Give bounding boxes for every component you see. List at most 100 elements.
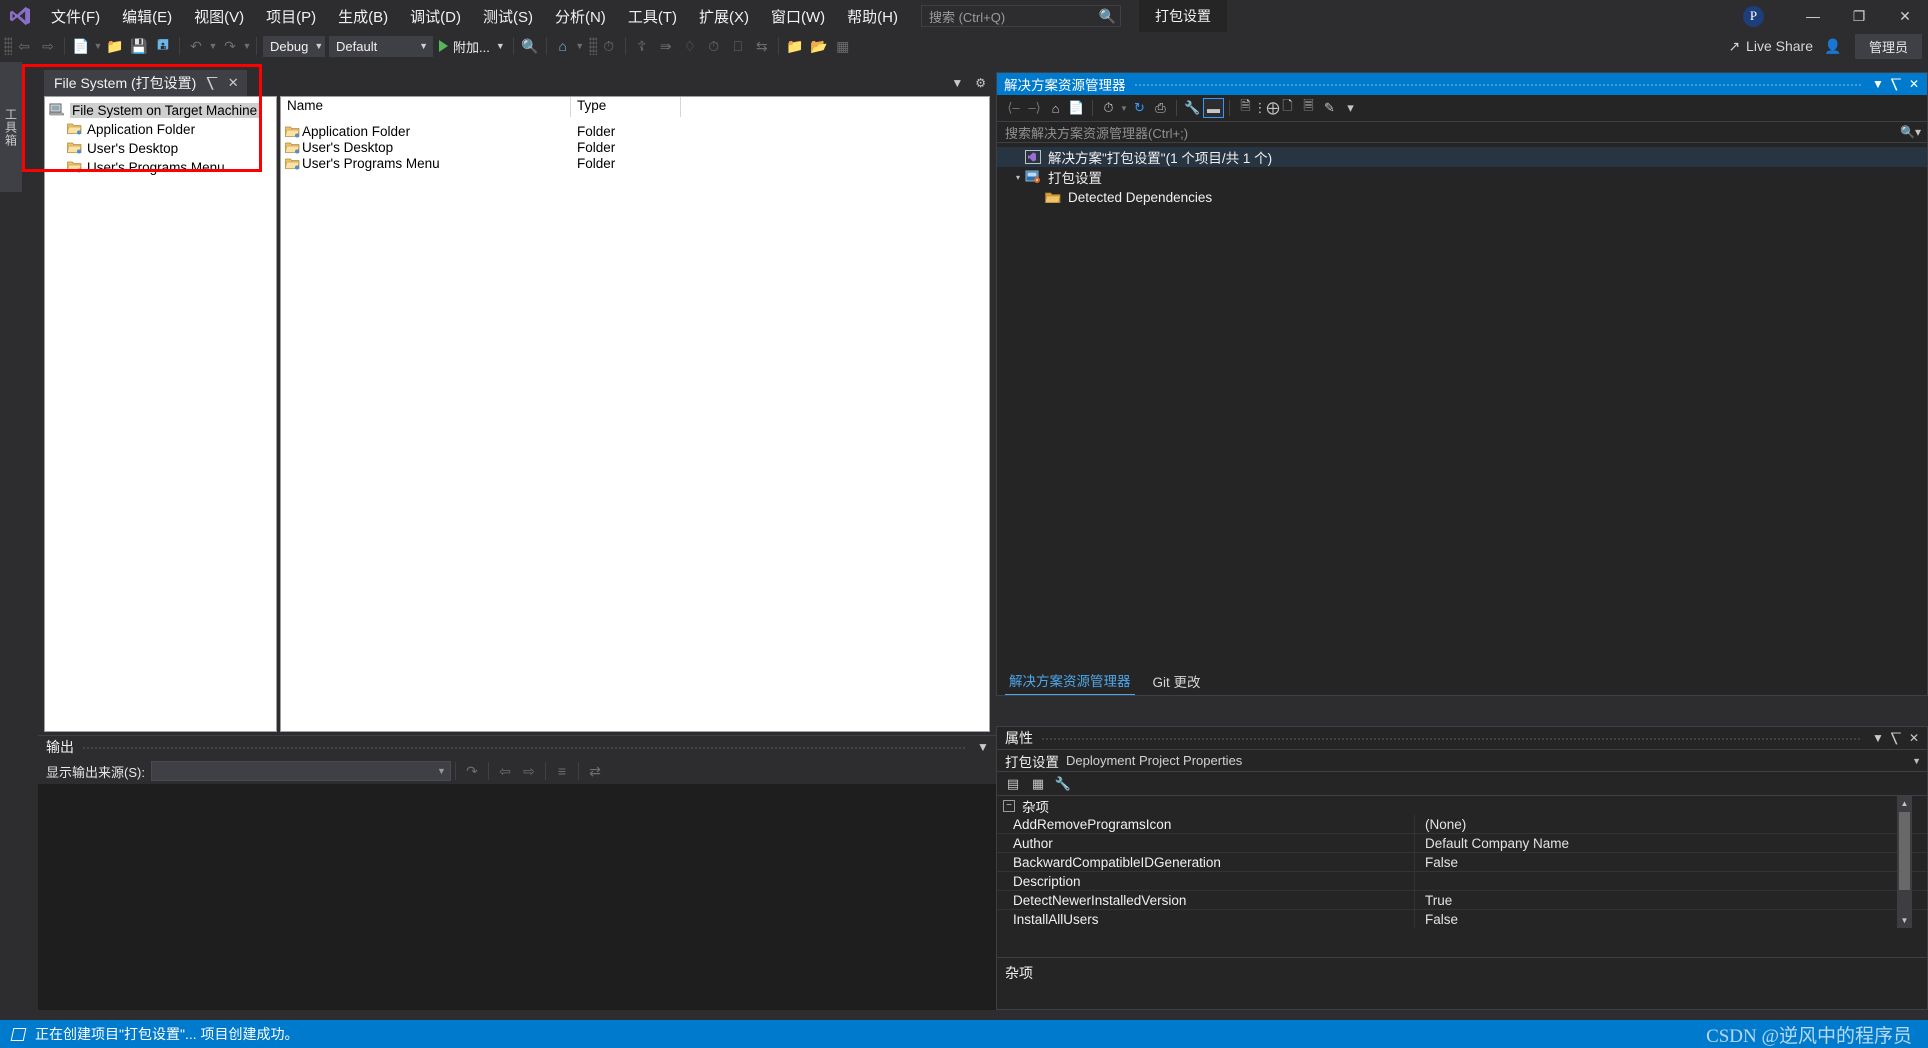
- folder-icon[interactable]: 📁: [783, 34, 807, 58]
- property-value[interactable]: False: [1415, 855, 1927, 870]
- tree-expander[interactable]: ▾: [1011, 173, 1025, 182]
- tab-solution-explorer[interactable]: 解决方案资源管理器: [1005, 668, 1135, 695]
- find-in-files-icon[interactable]: 🔍: [518, 34, 542, 58]
- close-icon[interactable]: ✕: [228, 75, 239, 91]
- menu-item-debug[interactable]: 调试(D): [399, 0, 472, 32]
- grid-icon[interactable]: ▦: [831, 34, 855, 58]
- stack-icon[interactable]: ⎕: [726, 34, 750, 58]
- history-icon[interactable]: ⏱: [702, 34, 726, 58]
- property-pages-icon[interactable]: 🔧: [1053, 774, 1073, 793]
- home-icon[interactable]: ⌂: [551, 34, 575, 58]
- alphabetical-icon[interactable]: ▦: [1028, 774, 1048, 793]
- redo-dropdown-icon[interactable]: ▼: [242, 34, 252, 58]
- attach-button[interactable]: 附加... ▼: [435, 35, 509, 57]
- minus-box-icon[interactable]: −: [1003, 799, 1015, 812]
- property-row[interactable]: DetectNewerInstalledVersion True: [997, 890, 1927, 910]
- property-value[interactable]: False: [1415, 912, 1927, 927]
- drag-handle[interactable]: [1041, 727, 1861, 749]
- home-icon[interactable]: ⌂: [1045, 98, 1066, 118]
- solution-explorer-search-input[interactable]: 搜索解决方案资源管理器(Ctrl+;) 🔍▾: [997, 121, 1927, 143]
- tree-row[interactable]: File System on Target Machine: [48, 101, 276, 120]
- sidebar-item-toolbox[interactable]: 工具箱: [0, 62, 22, 192]
- list-item[interactable]: User's Desktop Folder: [281, 139, 989, 155]
- live-share-button[interactable]: ↗ Live Share: [1720, 38, 1821, 55]
- tab-file-system[interactable]: File System (打包设置) ⎲ ✕: [44, 70, 247, 96]
- chevron-down-icon[interactable]: ▼: [951, 76, 963, 90]
- history-icon[interactable]: ⏱: [1098, 98, 1119, 118]
- toolbar-grip[interactable]: [588, 37, 597, 55]
- forward-icon[interactable]: –⟩: [1024, 98, 1045, 118]
- compare-icon[interactable]: ⇆: [750, 34, 774, 58]
- close-icon[interactable]: ✕: [1905, 77, 1923, 91]
- chevron-down-icon[interactable]: ▼: [1897, 913, 1912, 928]
- properties-scrollbar[interactable]: ▲ ▼: [1897, 796, 1912, 928]
- tab-git-changes[interactable]: Git 更改: [1149, 669, 1205, 695]
- tag-icon[interactable]: ♢: [678, 34, 702, 58]
- menu-item-extensions[interactable]: 扩展(X): [688, 0, 760, 32]
- add-new-item-icon[interactable]: ⋮⨁: [1254, 98, 1280, 118]
- drag-handle[interactable]: [1133, 73, 1861, 95]
- project-node[interactable]: ▾ 打包设置: [997, 167, 1927, 187]
- toggle-autoscroll-icon[interactable]: ⇄: [583, 759, 607, 783]
- home-dropdown-icon[interactable]: ▼: [575, 34, 585, 58]
- hierarchy-icon[interactable]: ☦: [630, 34, 654, 58]
- categorized-icon[interactable]: ▤: [1003, 774, 1023, 793]
- sync-with-active-icon[interactable]: 🗏: [1298, 98, 1319, 118]
- menu-item-project[interactable]: 项目(P): [255, 0, 327, 32]
- list-item[interactable]: Application Folder Folder: [281, 123, 989, 139]
- property-row[interactable]: BackwardCompatibleIDGeneration False: [997, 852, 1927, 872]
- go-to-next-icon[interactable]: ⇨: [517, 759, 541, 783]
- maximize-button[interactable]: ❐: [1836, 0, 1882, 32]
- properties-object-selector[interactable]: 打包设置 Deployment Project Properties ▼: [997, 749, 1927, 772]
- property-value[interactable]: True: [1415, 893, 1927, 908]
- property-value[interactable]: Default Company Name: [1415, 836, 1927, 851]
- chevron-down-icon[interactable]: ▼: [1869, 77, 1887, 91]
- filter-icon[interactable]: ▾: [1340, 98, 1361, 118]
- chevron-down-icon[interactable]: ▼: [974, 740, 992, 754]
- property-value[interactable]: (None): [1415, 817, 1927, 832]
- refresh-icon[interactable]: ↻: [1129, 98, 1150, 118]
- chevron-down-icon[interactable]: ▼: [1869, 731, 1887, 745]
- property-row[interactable]: Description: [997, 871, 1927, 891]
- navigate-forward-icon[interactable]: ⇨: [36, 34, 60, 58]
- properties-category[interactable]: − 杂项: [997, 796, 1927, 815]
- pin-icon[interactable]: ⎲: [1887, 77, 1905, 92]
- drag-handle[interactable]: [82, 736, 966, 758]
- feedback-person-icon[interactable]: 👤: [1821, 34, 1845, 58]
- undo-icon[interactable]: ↶: [184, 34, 208, 58]
- tree-row[interactable]: User's Desktop: [49, 139, 276, 158]
- pending-changes-icon[interactable]: 📄: [1066, 98, 1087, 118]
- platform-selector[interactable]: Default ▼: [329, 35, 433, 57]
- output-source-selector[interactable]: ▼: [150, 761, 451, 781]
- toolbar-grip[interactable]: [4, 37, 12, 55]
- output-panel-body[interactable]: [38, 784, 1028, 1010]
- configuration-selector[interactable]: Debug ▼: [263, 35, 325, 57]
- save-all-icon[interactable]: 🖪: [151, 34, 175, 58]
- solution-node[interactable]: 解决方案"打包设置"(1 个项目/共 1 个): [997, 147, 1927, 167]
- undo-dropdown-icon[interactable]: ▼: [208, 34, 218, 58]
- property-row[interactable]: InstallAllUsers False: [997, 909, 1927, 928]
- close-icon[interactable]: ✕: [1905, 731, 1923, 745]
- code-map-icon[interactable]: ⇛: [654, 34, 678, 58]
- column-header-type[interactable]: Type: [571, 97, 681, 117]
- properties-grid[interactable]: − 杂项 AddRemoveProgramsIcon (None) Author…: [997, 796, 1927, 928]
- history-dropdown-icon[interactable]: ▼: [1119, 98, 1129, 118]
- chevron-up-icon[interactable]: ▲: [1897, 796, 1912, 811]
- go-to-previous-icon[interactable]: ⇦: [493, 759, 517, 783]
- save-icon[interactable]: 💾: [127, 34, 151, 58]
- folder-check-icon[interactable]: 📂: [807, 34, 831, 58]
- avatar[interactable]: P: [1743, 5, 1764, 27]
- menu-item-tools[interactable]: 工具(T): [617, 0, 688, 32]
- tree-row[interactable]: Application Folder: [49, 120, 276, 139]
- new-project-icon[interactable]: 📄: [69, 34, 93, 58]
- menu-item-file[interactable]: 文件(F): [40, 0, 111, 32]
- open-file-icon[interactable]: 📁: [103, 34, 127, 58]
- collapse-all-icon[interactable]: ⎙: [1150, 98, 1171, 118]
- menu-item-view[interactable]: 视图(V): [183, 0, 255, 32]
- menu-item-edit[interactable]: 编辑(E): [111, 0, 183, 32]
- new-project-dropdown-icon[interactable]: ▼: [93, 34, 103, 58]
- back-icon[interactable]: ⟨–: [1003, 98, 1024, 118]
- minimize-button[interactable]: —: [1790, 0, 1836, 32]
- menu-item-analyze[interactable]: 分析(N): [544, 0, 617, 32]
- search-input[interactable]: 搜索 (Ctrl+Q) 🔍: [920, 5, 1121, 27]
